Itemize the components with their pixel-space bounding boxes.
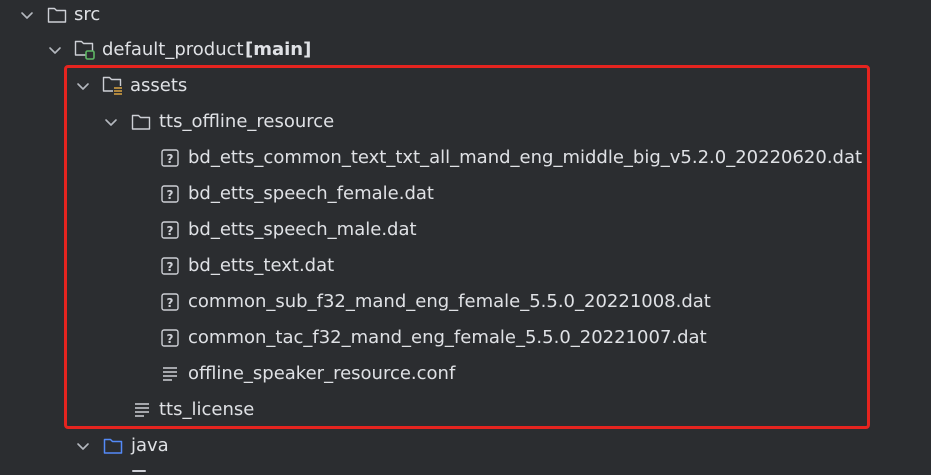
tree-node-src[interactable]: src bbox=[0, 0, 931, 30]
chevron-down-icon[interactable] bbox=[73, 76, 93, 96]
tree-node-label: bd_etts_text.dat bbox=[188, 255, 335, 276]
tree-node-assets[interactable]: assets bbox=[0, 71, 931, 101]
tree-file-item[interactable]: ? common_sub_f32_mand_eng_female_5.5.0_2… bbox=[0, 287, 931, 317]
tree-file-item[interactable]: ? bd_etts_text.dat bbox=[0, 251, 931, 281]
resources-folder-icon bbox=[102, 75, 124, 97]
project-tree: src default_product [main] assets tts_of… bbox=[0, 0, 931, 475]
unknown-file-icon: ? bbox=[159, 183, 181, 205]
svg-text:?: ? bbox=[167, 188, 174, 202]
unknown-file-icon: ? bbox=[159, 147, 181, 169]
folder-icon bbox=[130, 111, 152, 133]
chevron-down-icon[interactable] bbox=[101, 112, 121, 132]
tree-node-tts-offline-resource[interactable]: tts_offline_resource bbox=[0, 107, 931, 137]
tree-node-label: bd_etts_speech_female.dat bbox=[188, 183, 434, 204]
tree-node-label: bd_etts_speech_male.dat bbox=[188, 219, 417, 240]
tree-node-label: common_sub_f32_mand_eng_female_5.5.0_202… bbox=[188, 291, 711, 312]
branch-badge: [main] bbox=[245, 39, 312, 60]
partial-row-icon bbox=[132, 470, 146, 472]
tree-node-java[interactable]: java bbox=[0, 431, 931, 461]
svg-text:?: ? bbox=[167, 260, 174, 274]
tree-node-label: bd_etts_common_text_txt_all_mand_eng_mid… bbox=[188, 147, 863, 168]
svg-text:?: ? bbox=[167, 296, 174, 310]
chevron-down-icon[interactable] bbox=[73, 436, 93, 456]
tree-node-label: assets bbox=[130, 75, 188, 96]
tree-file-item[interactable]: ? bd_etts_speech_male.dat bbox=[0, 215, 931, 245]
source-folder-icon bbox=[102, 435, 124, 457]
tree-node-tts-license[interactable]: tts_license bbox=[0, 395, 931, 425]
folder-icon bbox=[46, 4, 68, 26]
tree-node-label: offline_speaker_resource.conf bbox=[188, 363, 456, 384]
tree-node-label: tts_license bbox=[159, 399, 255, 420]
tree-node-label: java bbox=[131, 435, 169, 456]
svg-text:?: ? bbox=[167, 332, 174, 346]
text-file-icon bbox=[131, 399, 153, 421]
unknown-file-icon: ? bbox=[159, 255, 181, 277]
tree-node-partial bbox=[0, 467, 200, 475]
text-file-icon bbox=[159, 363, 181, 385]
tree-node-label: src bbox=[74, 4, 101, 25]
svg-text:?: ? bbox=[167, 152, 174, 166]
unknown-file-icon: ? bbox=[159, 327, 181, 349]
tree-node-label: default_product bbox=[102, 39, 244, 60]
tree-node-label: tts_offline_resource bbox=[159, 111, 335, 132]
tree-node-label: common_tac_f32_mand_eng_female_5.5.0_202… bbox=[188, 327, 707, 348]
unknown-file-icon: ? bbox=[159, 219, 181, 241]
chevron-down-icon[interactable] bbox=[17, 5, 37, 25]
module-folder-icon bbox=[74, 39, 96, 61]
tree-file-item[interactable]: ? common_tac_f32_mand_eng_female_5.5.0_2… bbox=[0, 323, 931, 353]
tree-node-default-product[interactable]: default_product [main] bbox=[0, 35, 931, 65]
svg-text:?: ? bbox=[167, 224, 174, 238]
tree-file-item[interactable]: offline_speaker_resource.conf bbox=[0, 359, 931, 389]
tree-file-item[interactable]: ? bd_etts_speech_female.dat bbox=[0, 179, 931, 209]
unknown-file-icon: ? bbox=[159, 291, 181, 313]
chevron-down-icon[interactable] bbox=[45, 40, 65, 60]
tree-file-item[interactable]: ? bd_etts_common_text_txt_all_mand_eng_m… bbox=[0, 143, 931, 173]
